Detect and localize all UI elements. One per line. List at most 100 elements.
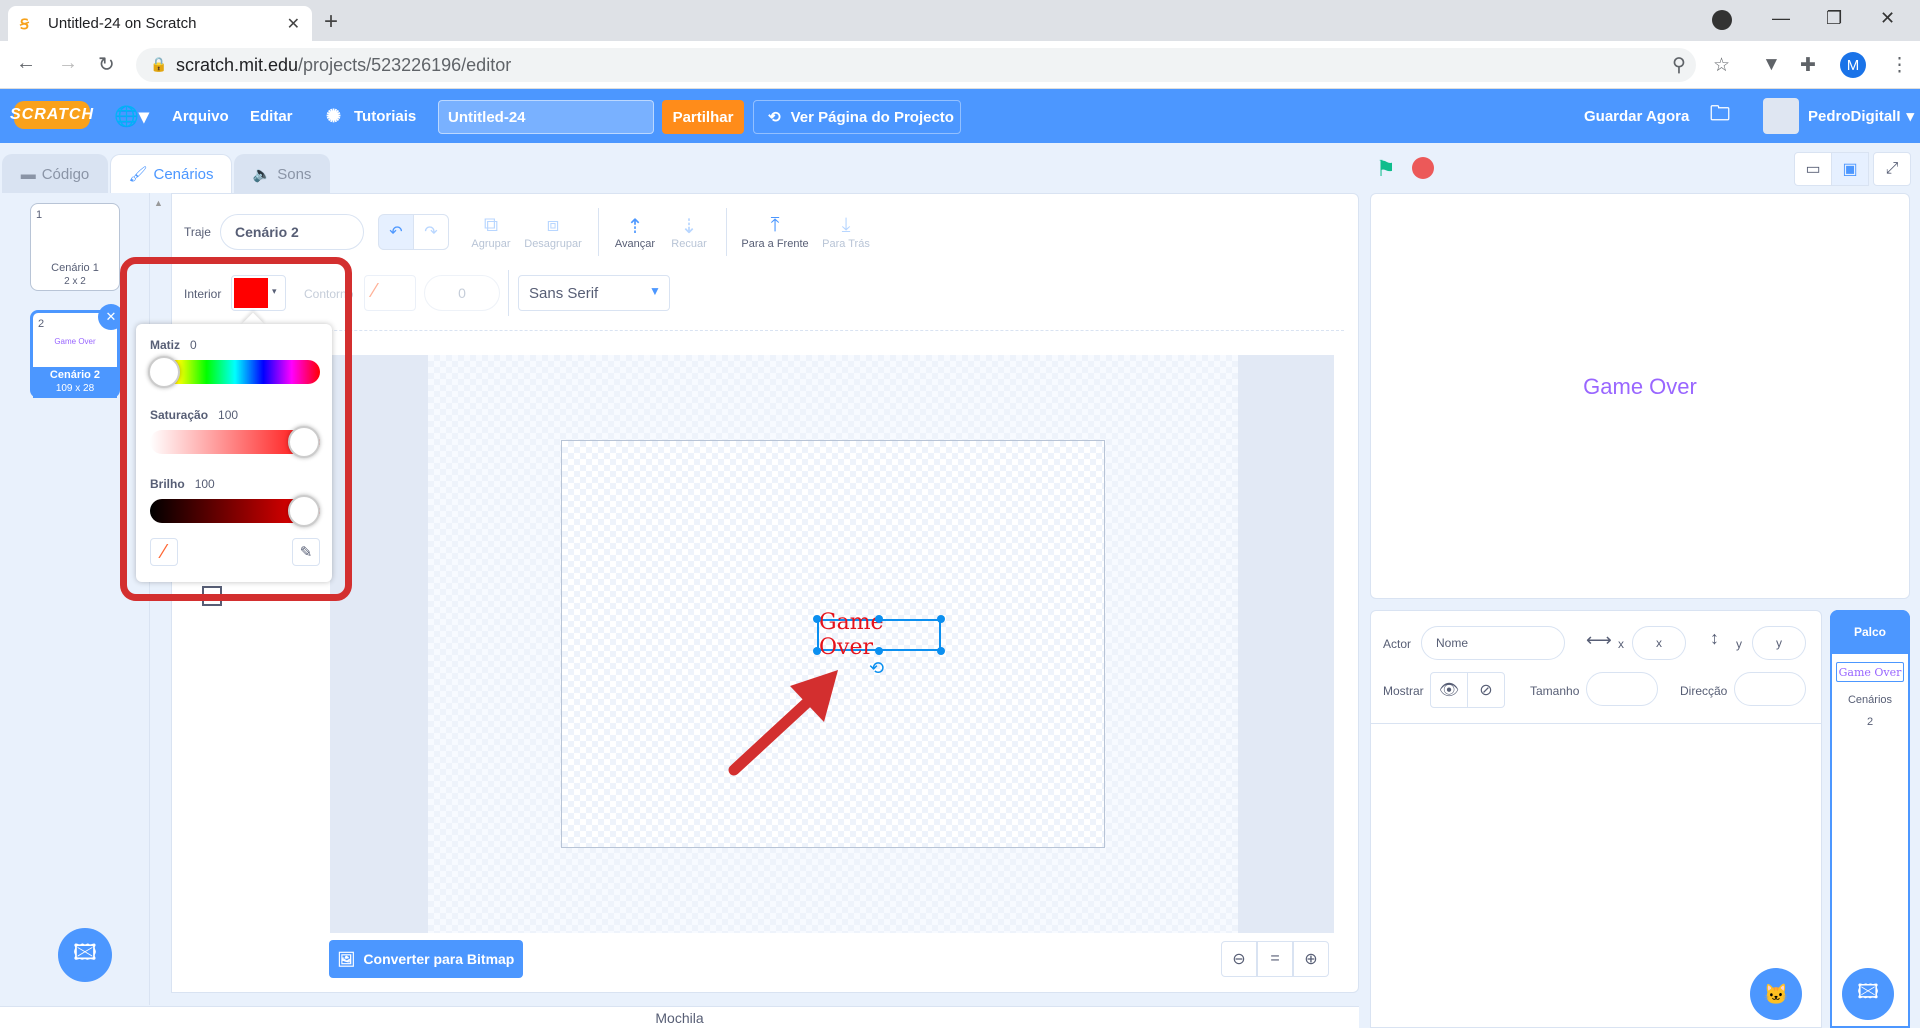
maximize-icon[interactable]: ❐ — [1826, 8, 1842, 29]
costume-name-label: Traje — [184, 225, 211, 239]
backdrops-label: Cenários — [1847, 694, 1893, 706]
stage-text: Game Over — [1583, 374, 1697, 399]
menu-tutorials[interactable]: Tutoriais — [354, 89, 416, 143]
close-window-icon[interactable]: ✕ — [1880, 8, 1895, 29]
back-icon[interactable]: ← — [16, 52, 36, 75]
ungroup-label: Desagrupar — [524, 238, 582, 250]
language-globe-icon[interactable]: 🌐▾ — [114, 89, 149, 143]
zoom-out-icon[interactable]: ⊖ — [1221, 941, 1257, 977]
costume-item[interactable]: 1 Cenário 1 2 x 2 — [30, 203, 120, 291]
browser-menu-icon[interactable]: ⋮ — [1890, 54, 1909, 77]
font-select[interactable]: Sans Serif ▼ — [518, 275, 670, 311]
add-backdrop-button[interactable]: 🖾 — [1842, 968, 1894, 1020]
convert-bitmap-label: Converter para Bitmap — [363, 951, 515, 967]
resize-handle[interactable] — [937, 615, 945, 623]
size-label: Tamanho — [1530, 684, 1580, 698]
user-menu[interactable]: PedroDigitalI ▾ — [1808, 89, 1914, 143]
green-flag-icon[interactable]: ⚑ — [1376, 156, 1396, 182]
front-label: Para a Frente — [741, 238, 809, 250]
zoom-in-icon[interactable]: ⊕ — [1293, 941, 1329, 977]
ungroup-button[interactable]: ⧈ Desagrupar — [520, 214, 586, 250]
menu-file[interactable]: Arquivo — [172, 89, 229, 143]
bookmark-star-icon[interactable]: ☆ — [1713, 54, 1730, 77]
project-title-input[interactable]: Untitled-24 — [438, 100, 654, 134]
tab-code[interactable]: ▬ Código — [2, 154, 108, 193]
url-input[interactable]: scratch.mit.edu/projects/523226196/edito… — [136, 48, 1696, 82]
back-button[interactable]: ⤓ Para Trás — [816, 214, 876, 250]
tab-costumes-label: Cenários — [153, 165, 214, 183]
menu-edit[interactable]: Editar — [250, 89, 293, 143]
resize-handle[interactable] — [875, 647, 883, 655]
x-input[interactable]: x — [1632, 626, 1686, 660]
annotation-arrow-icon — [728, 670, 838, 776]
direction-label: Direcção — [1680, 684, 1728, 698]
zoom-reset-icon[interactable]: = — [1257, 941, 1293, 977]
backpack[interactable]: Mochila — [0, 1006, 1359, 1028]
share-button[interactable]: Partilhar — [662, 100, 744, 134]
backward-label: Recuar — [671, 238, 707, 250]
image-icon: 🖼 — [337, 950, 356, 967]
extensions-puzzle-icon[interactable]: ✚ — [1800, 54, 1816, 77]
sprite-name-input[interactable]: Nome — [1421, 626, 1565, 660]
x-label: x — [1618, 637, 1624, 651]
resize-handle[interactable] — [813, 615, 821, 623]
username: PedroDigitalI — [1808, 107, 1901, 125]
forward-button[interactable]: ⇡ Avançar — [610, 214, 660, 250]
undo-icon[interactable]: ↶ — [378, 214, 414, 250]
large-stage-icon[interactable]: ▣ — [1831, 152, 1869, 186]
sprite-label: Actor — [1383, 637, 1412, 651]
project-page-button[interactable]: ⟲ Ver Página do Projecto — [753, 100, 961, 134]
redo-icon[interactable]: ↷ — [413, 214, 449, 250]
tab-costumes[interactable]: 🖌 Cenários — [110, 154, 232, 193]
horizontal-arrows-icon: ⟷ — [1586, 630, 1612, 650]
forward-icon: ⇡ — [626, 216, 644, 238]
front-button[interactable]: ⤒ Para a Frente — [738, 214, 812, 250]
convert-bitmap-button[interactable]: 🖼 Converter para Bitmap — [329, 940, 523, 978]
extension-filter-icon[interactable]: ▼ — [1762, 54, 1781, 76]
hide-eye-icon[interactable]: ⊘ — [1467, 672, 1505, 708]
tab-sounds[interactable]: 🔈 Sons — [234, 154, 330, 193]
resize-handle[interactable] — [937, 647, 945, 655]
fullscreen-icon[interactable]: ⤢ — [1873, 152, 1911, 186]
browser-tab[interactable]: Ꞩ Untitled-24 on Scratch ✕ — [8, 6, 312, 41]
direction-input[interactable] — [1734, 672, 1806, 706]
back-label: Para Trás — [822, 238, 870, 250]
stage-header: Palco — [1830, 610, 1910, 654]
small-stage-icon[interactable]: ▭ — [1794, 152, 1832, 186]
costume-thumbnail-text: Game Over — [54, 337, 96, 346]
show-eye-icon[interactable]: 👁 — [1430, 672, 1468, 708]
lock-icon[interactable]: 🔒 — [150, 56, 167, 73]
outline-color-button[interactable]: ⁄ — [364, 275, 416, 311]
toolbar-divider — [184, 330, 1344, 331]
size-input[interactable] — [1586, 672, 1658, 706]
minimize-icon[interactable]: — — [1772, 8, 1790, 29]
show-label: Mostrar — [1383, 684, 1424, 698]
costume-name-input[interactable]: Cenário 2 — [220, 214, 364, 250]
scroll-up-icon[interactable]: ▲ — [154, 198, 163, 208]
rotate-handle-icon[interactable]: ⟲ — [869, 658, 884, 679]
stop-icon[interactable] — [1412, 157, 1434, 179]
reload-icon[interactable]: ↻ — [98, 52, 115, 77]
save-now-button[interactable]: Guardar Agora — [1584, 89, 1689, 143]
annotation-highlight-box — [120, 257, 352, 601]
front-icon: ⤒ — [770, 214, 780, 236]
scratch-logo[interactable]: SCRATCH — [10, 101, 93, 129]
user-avatar[interactable] — [1763, 98, 1799, 134]
profile-avatar[interactable]: M — [1840, 52, 1866, 78]
outline-width-input[interactable]: 0 — [424, 275, 500, 311]
resize-handle[interactable] — [813, 647, 821, 655]
profile-menu-icon[interactable] — [1712, 10, 1732, 30]
add-costume-button[interactable]: 🖾 — [58, 928, 112, 982]
resize-handle[interactable] — [875, 615, 883, 623]
my-stuff-folder-icon[interactable]: 🗀 — [1710, 89, 1730, 143]
new-tab-icon[interactable]: + — [324, 8, 338, 36]
zoom-icon[interactable]: ⚲ — [1672, 54, 1686, 77]
group-button[interactable]: ⧉ Agrupar — [466, 214, 516, 250]
add-sprite-button[interactable]: 🐱 — [1750, 968, 1802, 1020]
y-input[interactable]: y — [1752, 626, 1806, 660]
close-tab-icon[interactable]: ✕ — [287, 14, 300, 34]
forward-icon[interactable]: → — [58, 52, 78, 75]
no-color-icon: ⁄ — [373, 280, 377, 302]
backward-button[interactable]: ⇣ Recuar — [664, 214, 714, 250]
stage-thumbnail[interactable]: Game Over — [1836, 662, 1904, 682]
